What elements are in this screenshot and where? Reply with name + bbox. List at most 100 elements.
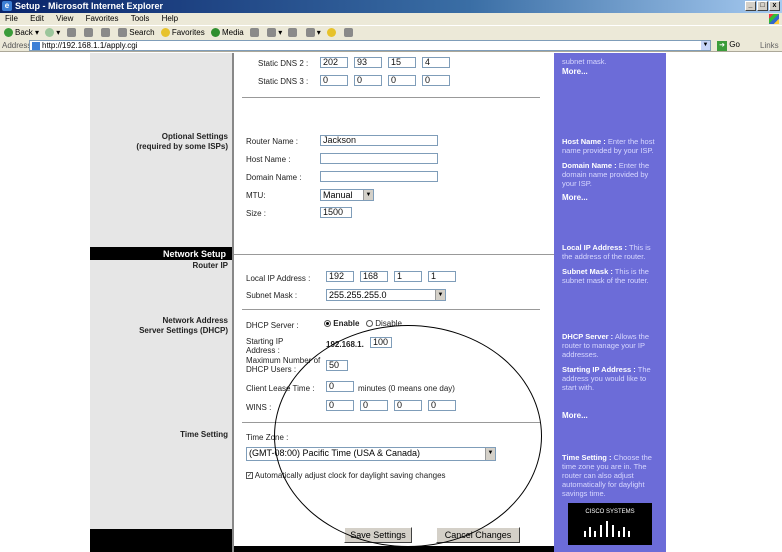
forward-button[interactable]: ▾ — [45, 26, 60, 38]
network-setup-header-band: Network Setup — [90, 247, 232, 260]
client-lease-time-input[interactable]: 0 — [326, 381, 354, 392]
research-icon — [344, 28, 354, 38]
wins-octet4[interactable]: 0 — [428, 400, 456, 411]
close-button[interactable]: x — [769, 1, 780, 11]
chevron-down-icon: ▼ — [485, 448, 495, 460]
help-more-link-1[interactable]: More... — [562, 67, 588, 76]
static-dns2-octet3[interactable]: 15 — [388, 57, 416, 68]
local-ip-octet4[interactable]: 1 — [428, 271, 456, 282]
dhcp-disable-option[interactable]: Disable — [366, 319, 402, 328]
address-dropdown-icon[interactable]: ▼ — [701, 41, 710, 50]
cisco-logo: CISCO SYSTEMS — [568, 503, 652, 545]
static-dns3-octet4[interactable]: 0 — [422, 75, 450, 86]
auto-dst-option[interactable]: ✓ Automatically adjust clock for dayligh… — [246, 471, 446, 480]
local-ip-octet1[interactable]: 192 — [326, 271, 354, 282]
cisco-logo-text: CISCO SYSTEMS — [585, 509, 635, 515]
favorites-button[interactable]: Favorites — [160, 26, 205, 38]
refresh-button[interactable] — [83, 26, 95, 38]
help-dhcp: DHCP Server : Allows the router to manag… — [562, 332, 662, 359]
help-subnet: Subnet Mask : This is the subnet mask of… — [562, 267, 662, 285]
help-more-link-2[interactable]: More... — [562, 193, 588, 202]
static-dns3-octet3[interactable]: 0 — [388, 75, 416, 86]
domain-name-input[interactable] — [320, 171, 438, 182]
help-more-link-3[interactable]: More... — [562, 411, 588, 420]
home-button[interactable] — [101, 26, 112, 38]
cancel-changes-button[interactable]: Cancel Changes — [436, 527, 520, 543]
minimize-button[interactable]: _ — [745, 1, 756, 11]
links-label[interactable]: Links — [760, 41, 779, 50]
router-ip-label: Router IP — [192, 261, 228, 270]
address-input[interactable]: http://192.168.1.1/apply.cgi ▼ — [29, 40, 711, 51]
refresh-icon — [83, 28, 93, 38]
mtu-size-input[interactable]: 1500 — [320, 207, 352, 218]
menu-help[interactable]: Help — [157, 13, 183, 24]
subnet-mask-value: 255.255.255.0 — [329, 290, 387, 300]
mail-button[interactable]: ▾ — [267, 26, 282, 38]
media-icon — [210, 28, 220, 38]
radio-enable-icon[interactable] — [324, 320, 331, 328]
stop-button[interactable] — [66, 26, 78, 38]
starting-ip-input[interactable]: 100 — [370, 337, 392, 348]
menu-edit[interactable]: Edit — [25, 13, 49, 24]
subnet-mask-select[interactable]: 255.255.255.0 ▼ — [326, 289, 446, 301]
time-zone-label: Time Zone : — [246, 433, 289, 442]
wins-octet1[interactable]: 0 — [326, 400, 354, 411]
static-dns2-octet4[interactable]: 4 — [422, 57, 450, 68]
left-margin — [0, 53, 90, 552]
lease-time-suffix: minutes (0 means one day) — [358, 384, 455, 393]
mtu-select[interactable]: Manual ▼ — [320, 189, 374, 201]
menu-favorites[interactable]: Favorites — [81, 13, 124, 24]
static-dns2-octet1[interactable]: 202 — [320, 57, 348, 68]
help-time-setting: Time Setting : Choose the time zone you … — [562, 453, 662, 498]
messenger-button[interactable] — [326, 26, 338, 38]
maximize-button[interactable]: □ — [757, 1, 768, 11]
dhcp-enable-option[interactable]: Enable — [324, 319, 359, 328]
local-ip-octet2[interactable]: 168 — [360, 271, 388, 282]
history-button[interactable] — [250, 26, 261, 38]
back-button[interactable]: Back ▾ — [4, 26, 39, 38]
divider-line — [242, 422, 540, 423]
radio-disable-icon[interactable] — [366, 320, 373, 328]
wins-octet2[interactable]: 0 — [360, 400, 388, 411]
edit-icon — [305, 28, 315, 38]
max-dhcp-users-input[interactable]: 50 — [326, 360, 348, 371]
subnet-mask-label: Subnet Mask : — [246, 291, 298, 300]
router-name-input[interactable]: Jackson — [320, 135, 438, 146]
static-dns3-octet1[interactable]: 0 — [320, 75, 348, 86]
forward-arrow-icon — [45, 28, 55, 38]
time-setting-label: Time Setting — [180, 430, 228, 439]
host-name-input[interactable] — [320, 153, 438, 164]
edit-button[interactable]: ▾ — [305, 26, 321, 38]
client-lease-time-label: Client Lease Time : — [246, 384, 315, 393]
address-bar: Address http://192.168.1.1/apply.cgi ▼ ➜… — [0, 39, 782, 52]
menu-view[interactable]: View — [51, 13, 78, 24]
search-button[interactable]: Search — [118, 26, 155, 38]
page-icon — [32, 42, 40, 50]
wins-label: WINS : — [246, 403, 272, 412]
research-button[interactable] — [344, 26, 355, 38]
save-settings-button[interactable]: Save Settings — [344, 527, 412, 543]
local-ip-octet3[interactable]: 1 — [394, 271, 422, 282]
max-dhcp-users-label: Maximum Number of DHCP Users : — [246, 356, 321, 374]
menu-file[interactable]: File — [0, 13, 23, 24]
window-titlebar: e Setup - Microsoft Internet Explorer _ … — [0, 0, 782, 13]
optional-settings-subtitle: (required by some ISPs) — [136, 142, 228, 151]
print-button[interactable] — [288, 26, 299, 38]
menu-tools[interactable]: Tools — [126, 13, 155, 24]
windows-flag-icon — [769, 14, 779, 24]
dhcp-section-title: Network Address — [162, 316, 229, 325]
dhcp-section-subtitle: Server Settings (DHCP) — [139, 326, 228, 335]
wins-octet3[interactable]: 0 — [394, 400, 422, 411]
media-button[interactable]: Media — [210, 26, 244, 38]
local-ip-label: Local IP Address : — [246, 274, 311, 283]
home-icon — [101, 28, 110, 38]
chevron-down-icon: ▼ — [435, 290, 445, 300]
time-zone-select[interactable]: (GMT-08:00) Pacific Time (USA & Canada) … — [246, 447, 496, 461]
search-icon — [118, 28, 128, 38]
auto-dst-checkbox[interactable]: ✓ — [246, 472, 253, 480]
go-button[interactable]: ➜ Go — [717, 40, 741, 51]
bottom-band-left — [90, 529, 232, 552]
static-dns3-octet2[interactable]: 0 — [354, 75, 382, 86]
address-url: http://192.168.1.1/apply.cgi — [42, 41, 138, 50]
static-dns2-octet2[interactable]: 93 — [354, 57, 382, 68]
